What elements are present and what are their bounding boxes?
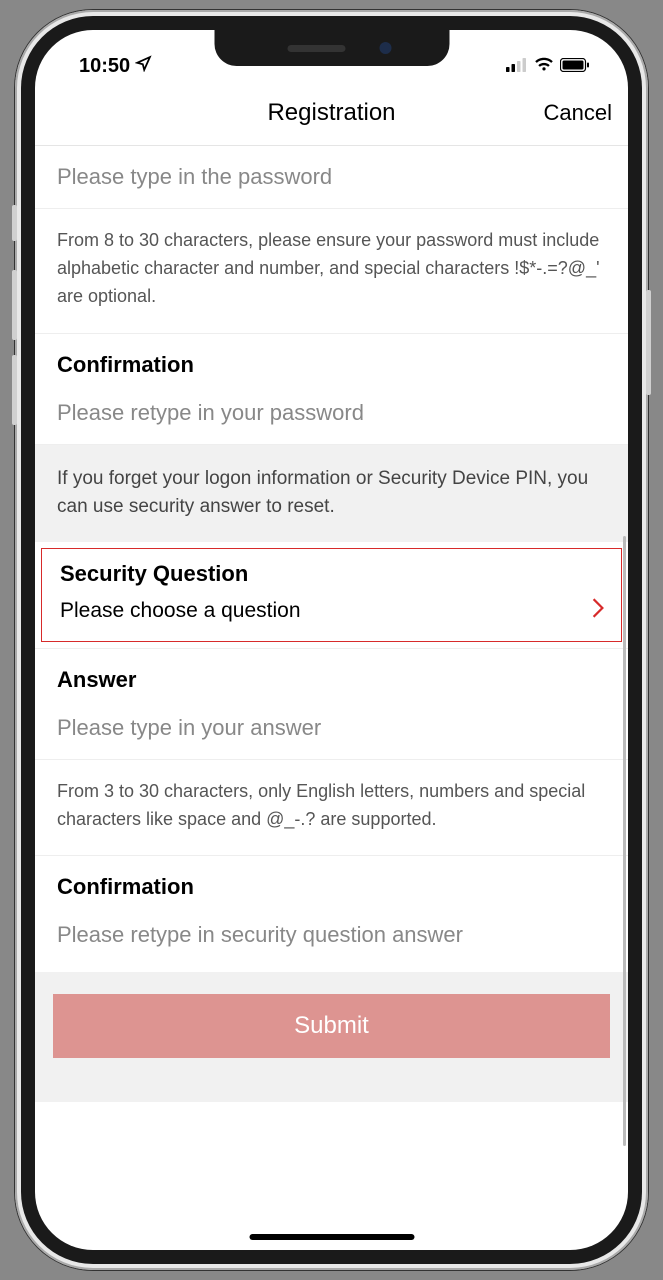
phone-notch: [214, 30, 449, 66]
submit-button[interactable]: Submit: [53, 994, 610, 1058]
password-input[interactable]: Please type in the password: [35, 146, 628, 209]
wifi-icon: [534, 55, 554, 78]
navigation-bar: Registration Cancel: [35, 80, 628, 146]
chevron-right-icon: [591, 597, 605, 625]
answer-input[interactable]: Please type in your answer: [35, 697, 628, 760]
password-helper: From 8 to 30 characters, please ensure y…: [35, 209, 628, 334]
phone-frame: 10:50: [15, 10, 648, 1270]
page-title: Registration: [267, 99, 395, 127]
security-question-selector[interactable]: Security Question Please choose a questi…: [41, 548, 622, 642]
answer-helper: From 3 to 30 characters, only English le…: [35, 760, 628, 857]
security-info-text: If you forget your logon information or …: [35, 445, 628, 542]
cellular-signal-icon: [506, 55, 528, 78]
answer-label: Answer: [35, 649, 628, 697]
scrollbar[interactable]: [623, 536, 626, 1146]
location-icon: [135, 55, 152, 78]
password-confirm-label: Confirmation: [35, 334, 628, 382]
battery-icon: [560, 55, 590, 78]
cancel-button[interactable]: Cancel: [544, 100, 612, 126]
status-time: 10:50: [79, 55, 130, 78]
content-scroll[interactable]: Please type in the password From 8 to 30…: [35, 146, 628, 1250]
security-question-label: Security Question: [60, 561, 605, 587]
password-confirm-input[interactable]: Please retype in your password: [35, 382, 628, 445]
answer-confirm-label: Confirmation: [35, 856, 628, 904]
answer-confirm-input[interactable]: Please retype in security question answe…: [35, 904, 628, 966]
home-indicator[interactable]: [249, 1234, 414, 1240]
security-question-placeholder: Please choose a question: [60, 599, 301, 623]
